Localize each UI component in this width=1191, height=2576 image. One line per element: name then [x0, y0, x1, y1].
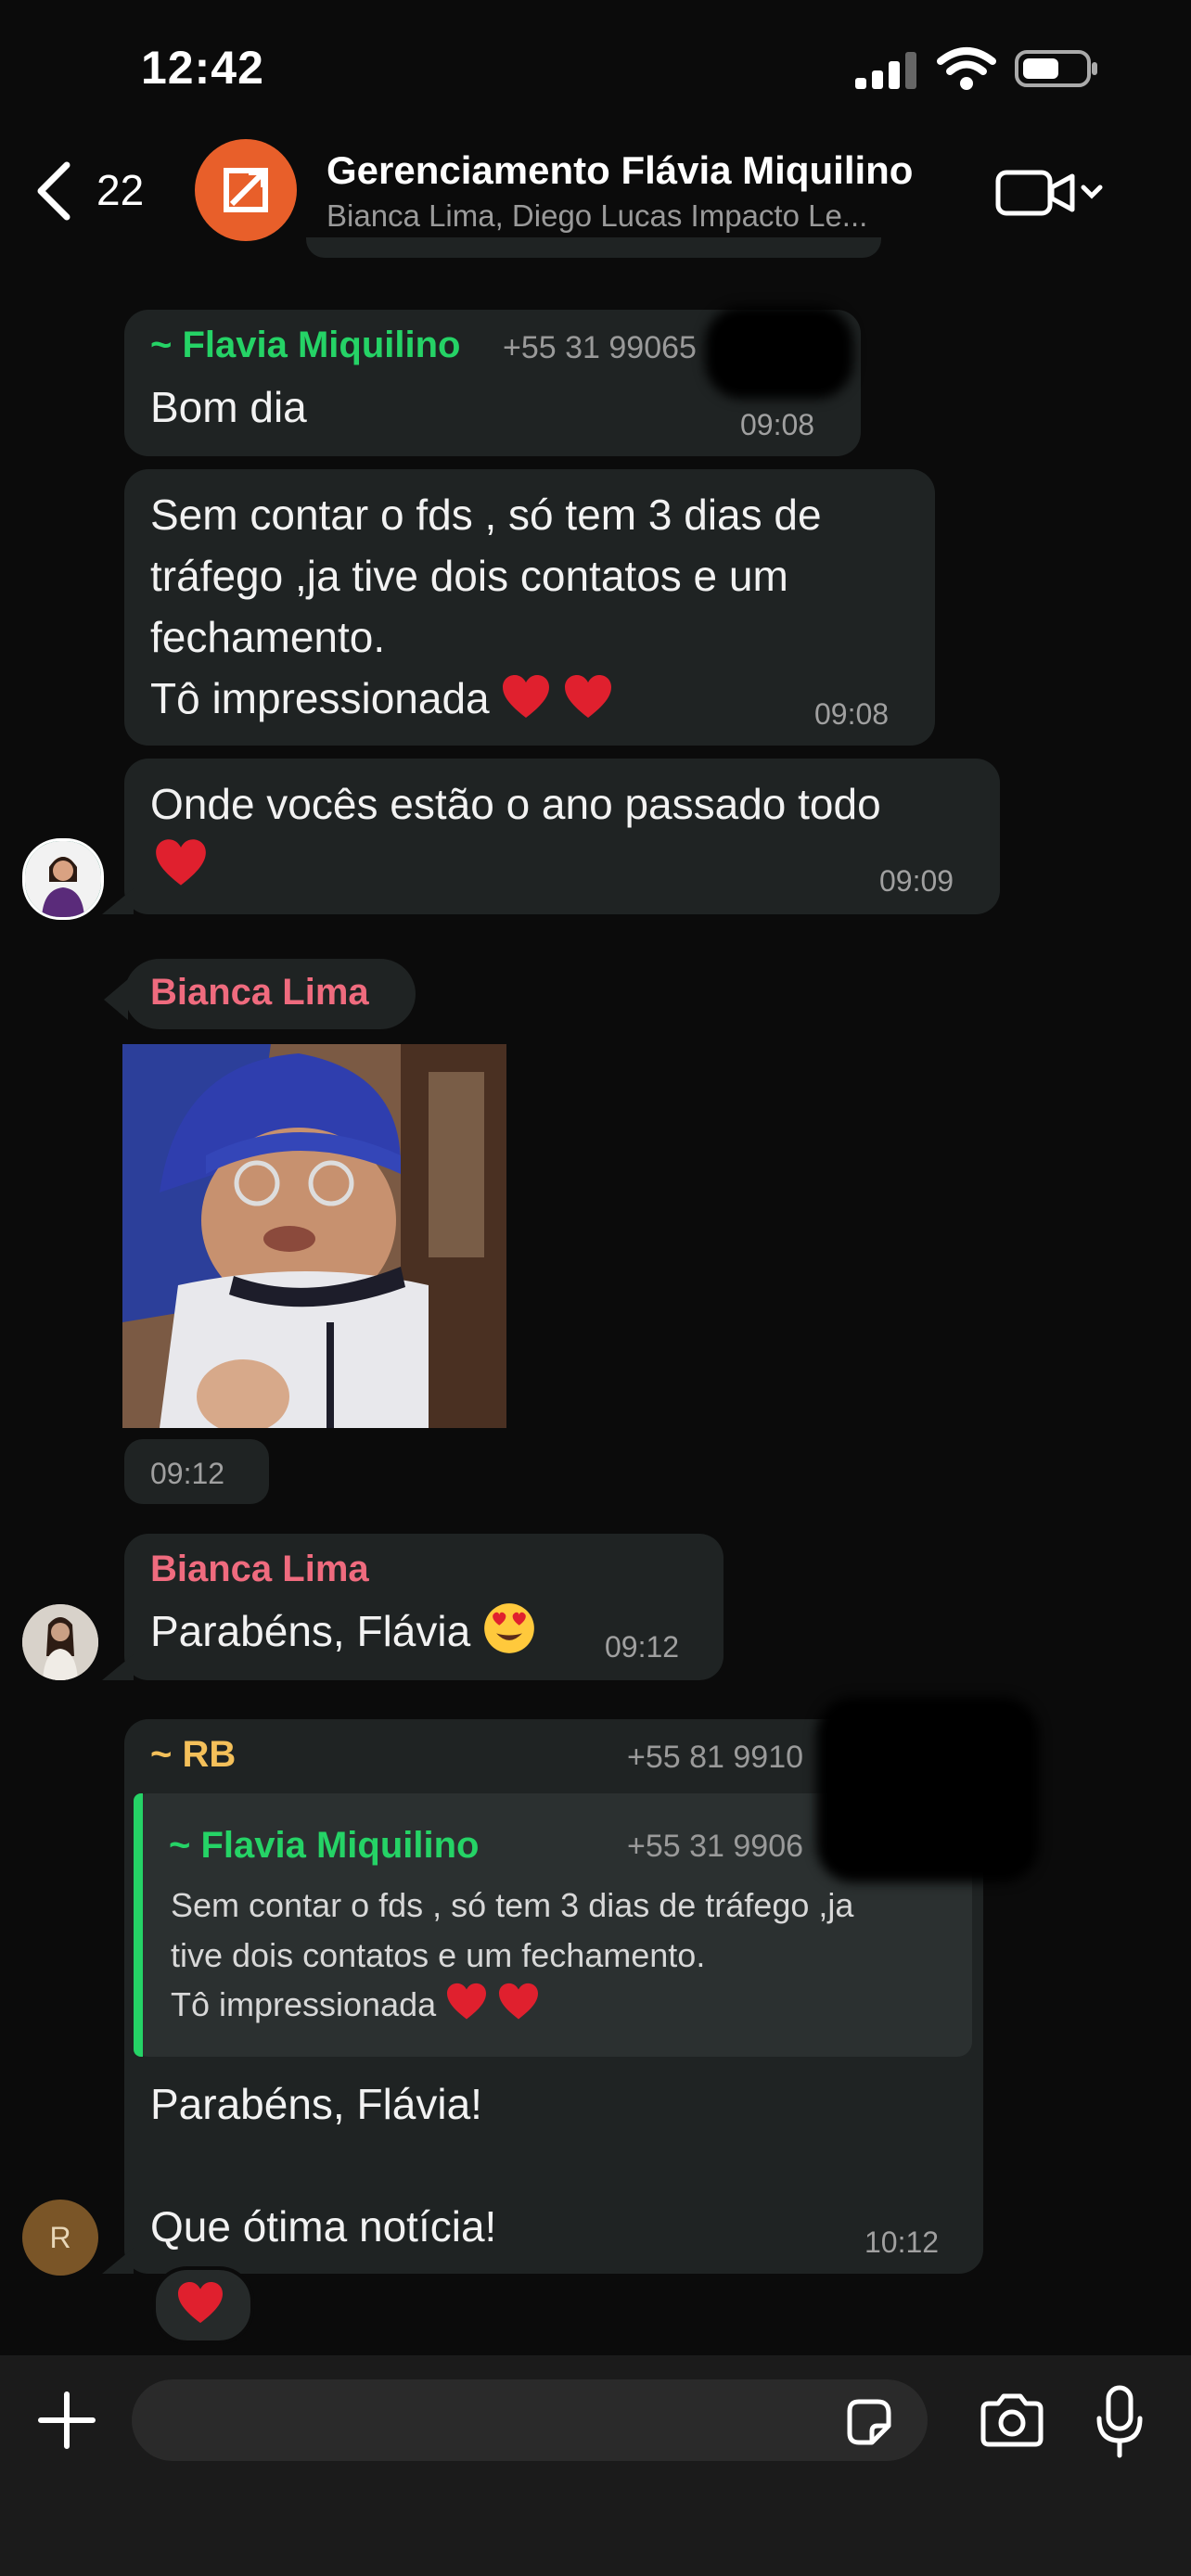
- heart-emoji-icon: [503, 675, 550, 718]
- battery-icon: [1015, 50, 1097, 87]
- message-line: tráfego ,ja tive dois contatos e um: [150, 552, 788, 600]
- sticker-icon[interactable]: [842, 2396, 894, 2448]
- plus-icon[interactable]: [33, 2387, 100, 2454]
- quote-accent-bar: [134, 1793, 143, 2057]
- message-line: Onde vocês estão o ano passado todo: [150, 780, 881, 828]
- message-time: 09:12: [605, 1630, 680, 1664]
- wifi-icon: [937, 47, 996, 90]
- chat-participants[interactable]: Bianca Lima, Diego Lucas Impacto Le...: [327, 198, 948, 234]
- quoted-sender-name: ~ Flavia Miquilino: [169, 1825, 480, 1866]
- message-line-with-emoji: Tô impressionada: [150, 668, 613, 729]
- quoted-line: Sem contar o fds , só tem 3 dias de tráf…: [171, 1886, 854, 1924]
- message-text: Bom dia: [150, 383, 307, 431]
- group-avatar[interactable]: [195, 139, 297, 241]
- previous-message-edge: [306, 237, 881, 258]
- message-time: 09:09: [879, 864, 954, 898]
- quoted-line: Tô impressionada: [171, 1985, 437, 2023]
- chat-title[interactable]: Gerenciamento Flávia Miquilino: [327, 148, 913, 193]
- avatar-initial: R: [49, 2221, 71, 2254]
- message-line: fechamento.: [150, 613, 386, 661]
- status-time: 12:42: [141, 42, 264, 94]
- message-time: 10:12: [864, 2225, 940, 2259]
- quoted-line: tive dois contatos e um fechamento.: [171, 1936, 706, 1974]
- quoted-line-with-emoji: Tô impressionada: [171, 1983, 540, 2024]
- bubble-tail: [102, 888, 134, 914]
- bubble-tail: [104, 979, 128, 1020]
- sender-avatar[interactable]: R: [22, 2200, 98, 2276]
- message-line: Parabéns, Flávia!: [150, 2080, 482, 2128]
- redaction-mark: [816, 1697, 1039, 1882]
- heart-emoji-icon: [447, 1983, 487, 2020]
- heart-eyes-emoji-icon: [484, 1603, 534, 1653]
- sender-avatar[interactable]: [22, 1604, 98, 1680]
- heart-emoji-icon: [156, 839, 206, 886]
- message-text-with-emoji: Parabéns, Flávia: [150, 1600, 536, 1662]
- message-time: 09:12: [150, 1457, 225, 1490]
- child-photo-image: [122, 1044, 506, 1428]
- redaction-mark: [705, 306, 853, 399]
- back-chevron-icon[interactable]: [33, 159, 74, 223]
- heart-emoji-icon: [565, 675, 612, 718]
- sender-name[interactable]: ~ Flavia Miquilino: [150, 325, 461, 366]
- message-line: Que ótima notícia!: [150, 2202, 497, 2251]
- video-call-icon[interactable]: [994, 165, 1106, 221]
- message-time: 09:08: [740, 408, 815, 441]
- message-input[interactable]: [132, 2379, 928, 2461]
- bubble-tail: [102, 1654, 134, 1680]
- heart-reaction-icon: [178, 2281, 223, 2324]
- photo-attachment[interactable]: [122, 1044, 506, 1428]
- message-line: Sem contar o fds , só tem 3 dias de: [150, 491, 822, 539]
- message-text: Parabéns, Flávia: [150, 1607, 471, 1655]
- sender-name[interactable]: Bianca Lima: [150, 972, 369, 1014]
- group-logo-icon: [224, 168, 268, 212]
- sender-name[interactable]: Bianca Lima: [150, 1549, 369, 1590]
- camera-icon[interactable]: [978, 2392, 1046, 2448]
- message-time: 09:08: [814, 697, 890, 731]
- sender-phone: +55 31 99065: [503, 330, 697, 365]
- sender-name[interactable]: ~ RB: [150, 1734, 236, 1776]
- bubble-tail: [102, 2248, 134, 2274]
- microphone-icon[interactable]: [1095, 2385, 1145, 2459]
- cellular-signal-icon: [855, 52, 916, 89]
- message-line: Tô impressionada: [150, 674, 490, 722]
- quoted-sender-phone: +55 31 9906: [627, 1829, 804, 1864]
- heart-emoji-icon: [499, 1983, 539, 2020]
- unread-count[interactable]: 22: [96, 165, 144, 215]
- person-photo-icon: [25, 841, 101, 917]
- person-photo-icon: [22, 1604, 98, 1680]
- sender-avatar[interactable]: [22, 838, 104, 920]
- sender-phone: +55 81 9910: [627, 1740, 804, 1775]
